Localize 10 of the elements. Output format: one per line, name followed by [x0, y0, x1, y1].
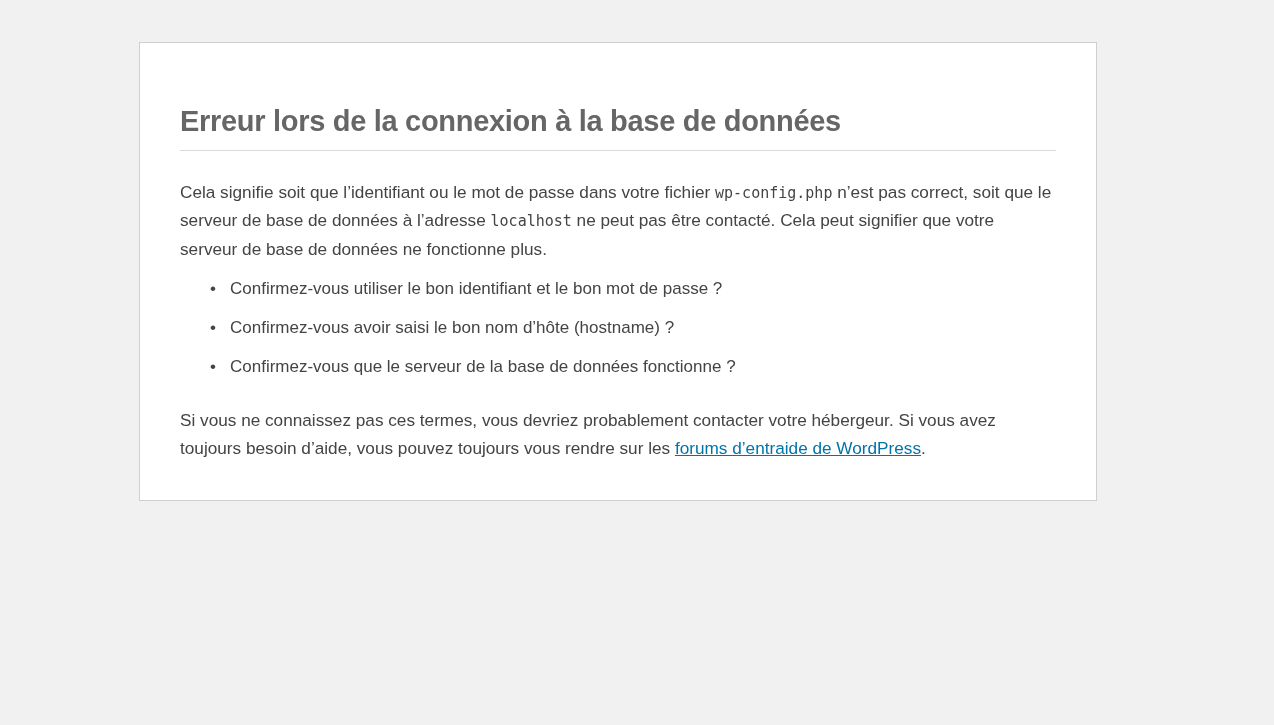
checklist-item: Confirmez-vous avoir saisi le bon nom d’hôte (hostname) ?	[230, 316, 675, 339]
checklist-item: Confirmez-vous utiliser le bon identifiant et le bon mot de passe ?	[230, 278, 723, 301]
list-bullet: •	[210, 355, 217, 378]
support-forum-link[interactable]: forums d’entraide de WordPress	[674, 437, 922, 458]
help-paragraph: Si vous ne connaissez pas ces termes, vous devriez probablement contacter votre hébergeur. Si vous avez toujours besoin d’aide, vous pouvez toujours vous rendre sur les forums d’entraide de WordPress.	[180, 408, 997, 460]
error-description: Cela signifie soit que l’identifiant ou le mot de passe dans votre fichier wp-config.php n’est pas correct, soit que le serveur de base de données à l’adresse localhost ne peut pas être contacté. Cela peut signifier que votre serveur de base de données ne fonctionne plus.	[180, 181, 1053, 261]
list-bullet: •	[210, 278, 217, 301]
list-bullet: •	[210, 316, 217, 339]
checklist-item: Confirmez-vous que le serveur de la base de données fonctionne ?	[230, 355, 736, 378]
error-title: Erreur lors de la connexion à la base de données	[180, 105, 1056, 151]
